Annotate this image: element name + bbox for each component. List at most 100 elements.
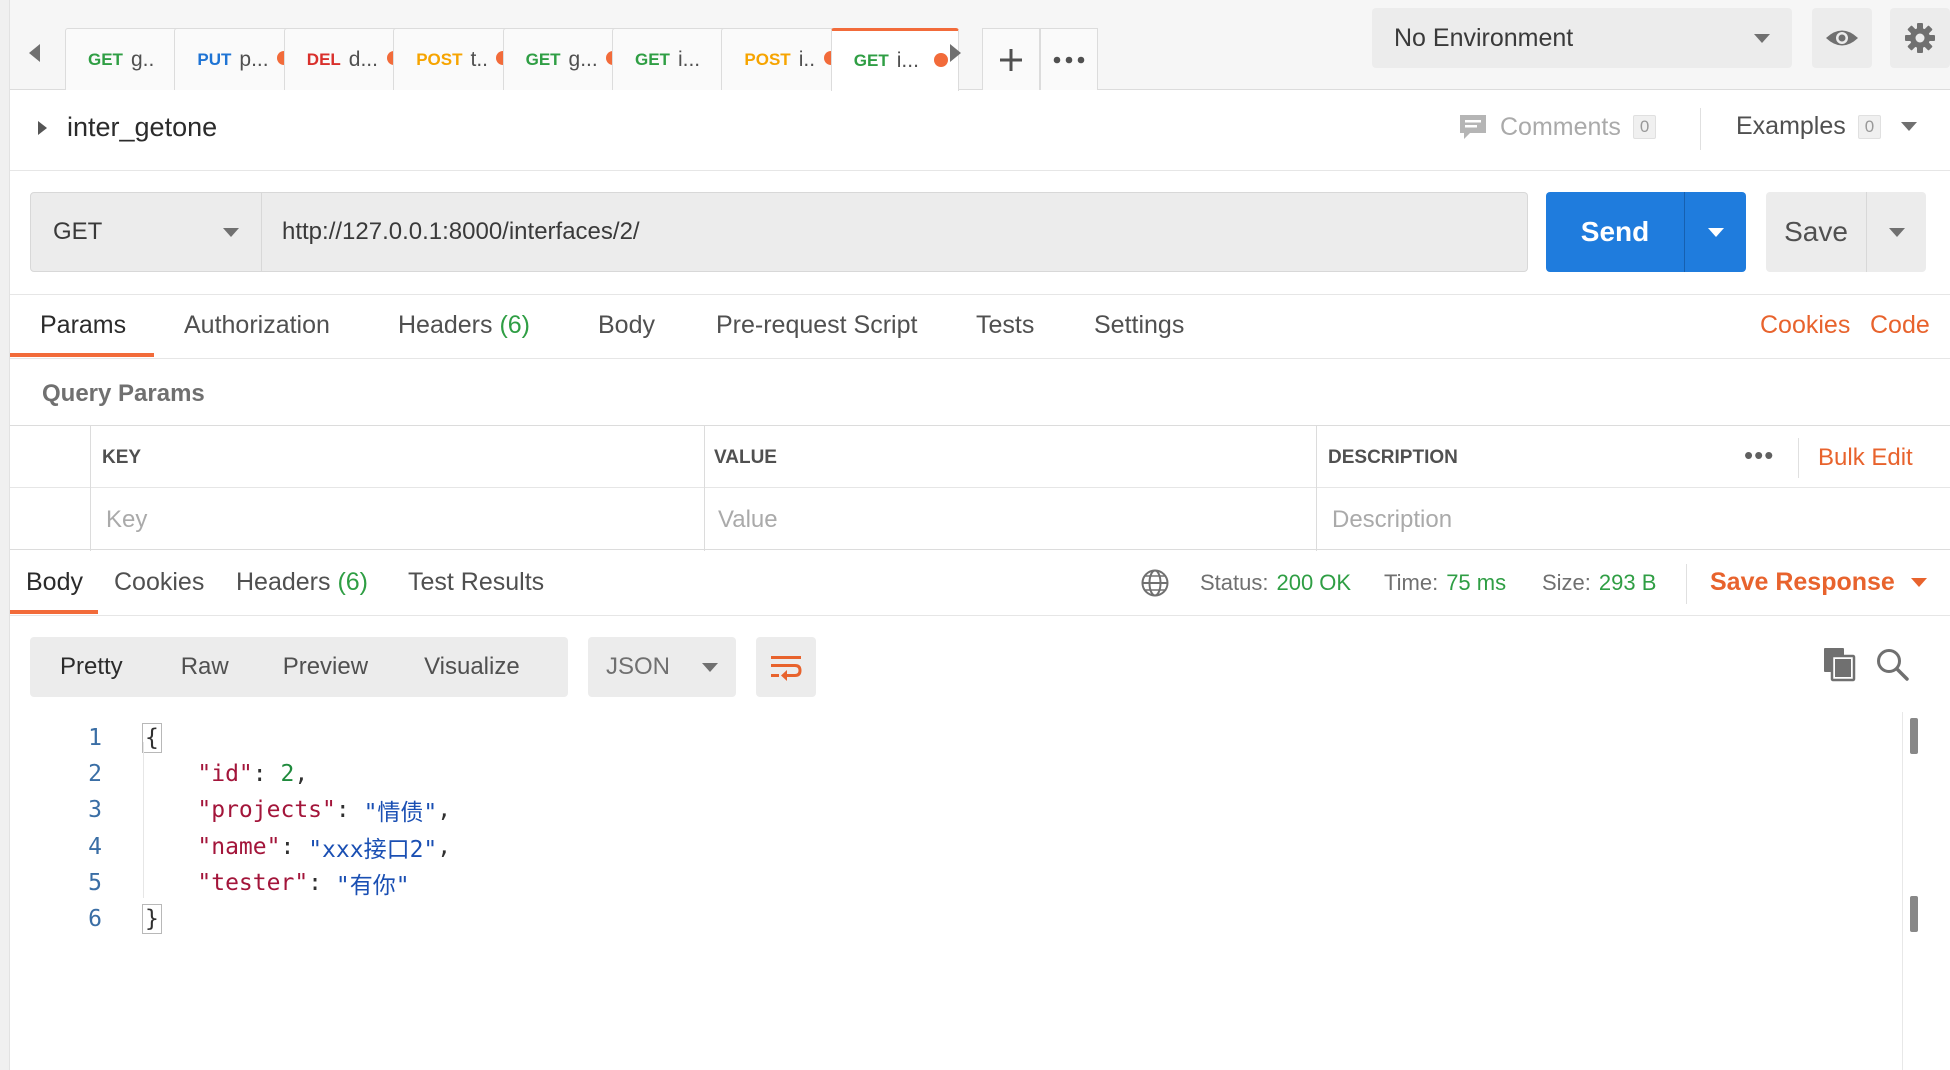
save-response-button[interactable]: Save Response [1710, 568, 1927, 597]
time-label: Time: [1384, 570, 1439, 595]
json-comma: , [437, 833, 452, 860]
request-name-text: inter_getone [67, 112, 218, 142]
globe-icon[interactable] [1140, 568, 1170, 598]
tab-method: PUT [197, 49, 232, 69]
format-pretty-button[interactable]: Pretty [60, 653, 123, 681]
format-preview-button[interactable]: Preview [283, 653, 368, 681]
bulk-edit-link[interactable]: Bulk Edit [1818, 444, 1913, 472]
tab-authorization[interactable]: Authorization [184, 311, 330, 340]
wrap-lines-button[interactable] [756, 637, 816, 697]
chevron-right-icon [950, 44, 961, 62]
response-tab-body[interactable]: Body [26, 568, 83, 597]
response-tab-headers[interactable]: Headers (6) [236, 568, 368, 597]
search-icon[interactable] [1874, 646, 1910, 682]
send-button[interactable]: Send [1546, 192, 1746, 272]
line-number: 5 [88, 869, 102, 896]
chevron-down-icon [1910, 578, 1927, 587]
comments-count-badge: 0 [1632, 115, 1657, 139]
tabs-prev-button[interactable] [14, 28, 54, 78]
http-method-select[interactable]: GET [30, 192, 262, 272]
description-input[interactable]: Description [1332, 506, 1452, 534]
active-tab-indicator [10, 610, 98, 614]
plus-icon [1000, 48, 1022, 71]
tab-headers[interactable]: Headers (6) [398, 311, 530, 340]
chevron-down-icon [1888, 227, 1905, 237]
language-value: JSON [606, 653, 671, 680]
save-label: Save [1784, 216, 1848, 247]
json-colon: : [280, 833, 309, 860]
comments-button[interactable]: Comments 0 [1458, 112, 1657, 142]
response-body-viewer[interactable]: 1{2 "id": 2,3 "projects": "情债", 4 "name":… [10, 712, 1900, 1070]
tab-method: POST [744, 49, 791, 69]
tab-pre-request-script[interactable]: Pre-request Script [716, 311, 917, 340]
format-visualize-button[interactable]: Visualize [424, 653, 520, 681]
headers-count: (6) [499, 311, 531, 339]
request-name[interactable]: inter_getone [38, 112, 217, 143]
response-bar: Body Cookies Headers (6) Test Results St… [10, 552, 1950, 616]
json-value: "情债" [363, 800, 438, 827]
scrollbar-thumb[interactable] [1910, 718, 1918, 754]
tab-method: GET [525, 49, 561, 69]
active-tab-indicator [10, 353, 154, 357]
comments-label: Comments [1500, 112, 1621, 141]
environment-quick-look-button[interactable] [1812, 8, 1872, 68]
copy-icon[interactable] [1822, 646, 1856, 682]
more-icon[interactable]: ••• [1744, 440, 1774, 471]
size-label: Size: [1542, 570, 1591, 595]
examples-button[interactable]: Examples 0 [1736, 112, 1918, 141]
request-section-tabs: Params Authorization Headers (6) Body Pr… [10, 294, 1950, 359]
tab-label: d... [348, 47, 378, 71]
tab-body[interactable]: Body [598, 311, 655, 340]
tab-options-button[interactable] [1040, 28, 1098, 90]
format-raw-button[interactable]: Raw [181, 653, 229, 681]
column-header-key: KEY [102, 447, 142, 468]
size-value[interactable]: 293 B [1599, 570, 1657, 595]
tabs-next-button[interactable] [936, 28, 976, 78]
cookies-link[interactable]: Cookies [1760, 311, 1850, 340]
code-line: 4 "name": "xxx接口2", [10, 829, 1810, 865]
new-tab-button[interactable] [982, 28, 1040, 90]
json-brace: } [142, 904, 162, 934]
json-value: 2 [280, 761, 295, 788]
time-value[interactable]: 75 ms [1446, 570, 1506, 595]
scrollbar-thumb[interactable] [1910, 896, 1918, 932]
left-sidebar-edge [0, 0, 10, 1070]
tab-tests[interactable]: Tests [976, 311, 1034, 340]
response-headers-label: Headers [236, 568, 331, 596]
status-value[interactable]: 200 OK [1276, 570, 1351, 595]
divider [1700, 108, 1701, 150]
url-input[interactable]: http://127.0.0.1:8000/interfaces/2/ [262, 192, 1528, 272]
json-colon: : [308, 869, 336, 896]
comment-icon [1460, 115, 1486, 139]
tab-settings[interactable]: Settings [1094, 311, 1184, 340]
send-options-button[interactable] [1684, 192, 1746, 272]
code-link[interactable]: Code [1870, 311, 1930, 340]
examples-label: Examples [1736, 112, 1846, 140]
more-icon [1053, 56, 1085, 63]
environment-select[interactable]: No Environment [1372, 8, 1792, 68]
indent-guide [143, 742, 144, 898]
column-divider [90, 426, 91, 551]
save-button[interactable]: Save [1766, 192, 1926, 272]
response-tab-cookies[interactable]: Cookies [114, 568, 204, 597]
request-tab[interactable]: POST t.. [393, 28, 522, 90]
environment-value: No Environment [1394, 23, 1574, 52]
tab-params[interactable]: Params [40, 311, 126, 340]
settings-button[interactable] [1890, 8, 1950, 68]
column-divider [1316, 426, 1317, 551]
column-divider [704, 426, 705, 551]
code-line: 5 "tester": "有你" [10, 865, 1810, 901]
key-input[interactable]: Key [106, 506, 147, 534]
json-colon: : [335, 797, 364, 824]
chevron-down-icon [223, 227, 239, 237]
code-line: 3 "projects": "情债", [10, 792, 1810, 828]
save-options-button[interactable] [1866, 192, 1926, 272]
value-input[interactable]: Value [718, 506, 778, 534]
tab-label: t.. [470, 47, 488, 71]
tab-label: i.. [798, 47, 816, 71]
json-key: "projects" [197, 797, 336, 824]
response-language-select[interactable]: JSON [588, 637, 736, 697]
query-params-table: KEY VALUE DESCRIPTION ••• Bulk Edit Key … [10, 425, 1950, 551]
response-tab-test-results[interactable]: Test Results [408, 568, 544, 597]
